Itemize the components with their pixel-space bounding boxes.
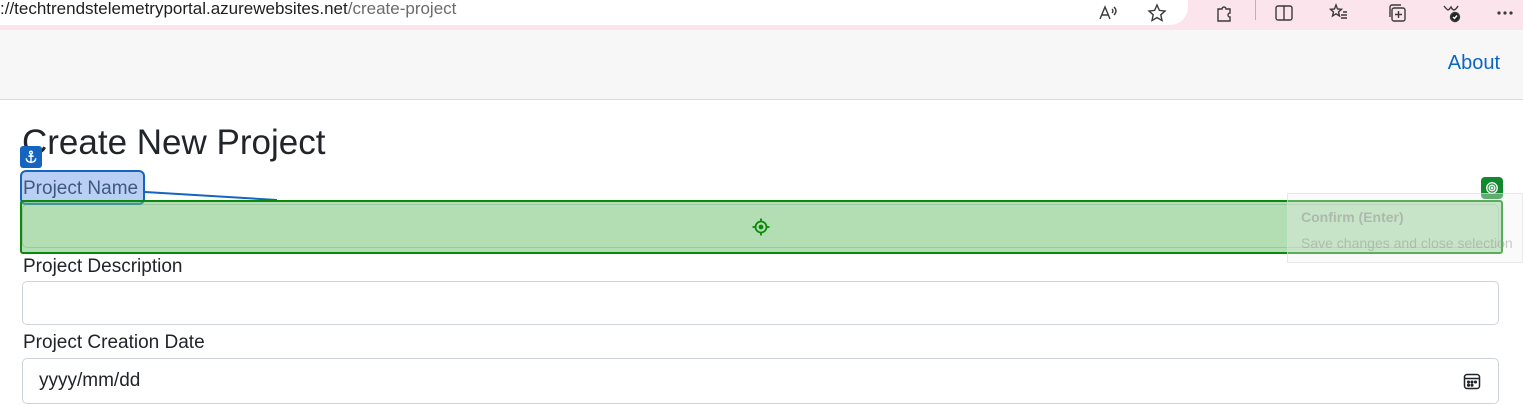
crosshair-icon [752,218,770,236]
anchor-icon [20,146,42,168]
collections-icon[interactable] [1384,0,1410,26]
project-date-label: Project Creation Date [23,332,205,353]
project-date-input[interactable]: yyyy/mm/dd [22,358,1499,404]
date-placeholder: yyyy/mm/dd [39,370,141,391]
favorite-star-icon[interactable] [1144,0,1170,26]
browser-toolbar: ://techtrendstelemetryportal.azurewebsit… [0,0,1523,30]
nav-about-link[interactable]: About [1448,52,1500,75]
read-aloud-icon[interactable] [1094,0,1120,26]
tooltip-subtitle: Save changes and close selection [1301,235,1513,251]
url-host: ://techtrendstelemetryportal.azurewebsit… [0,0,348,18]
url-path: /create-project [347,0,457,18]
site-navbar: About [0,30,1523,100]
page-title: Create New Project [22,123,326,162]
favorites-icon[interactable] [1326,0,1352,26]
more-icon[interactable] [1492,0,1518,26]
project-description-label: Project Description [23,256,183,277]
confirm-tooltip: Confirm (Enter) Save changes and close s… [1287,193,1523,263]
address-bar[interactable]: ://techtrendstelemetryportal.azurewebsit… [0,0,1188,25]
toolbar-divider [1255,0,1256,20]
split-screen-icon[interactable] [1271,0,1297,26]
url-text[interactable]: ://techtrendstelemetryportal.azurewebsit… [0,0,456,20]
browser-essentials-icon[interactable] [1438,0,1464,26]
calendar-icon[interactable] [1462,371,1482,391]
tooltip-title: Confirm (Enter) [1301,209,1404,225]
project-description-input[interactable] [22,281,1499,325]
extensions-icon[interactable] [1211,0,1237,26]
